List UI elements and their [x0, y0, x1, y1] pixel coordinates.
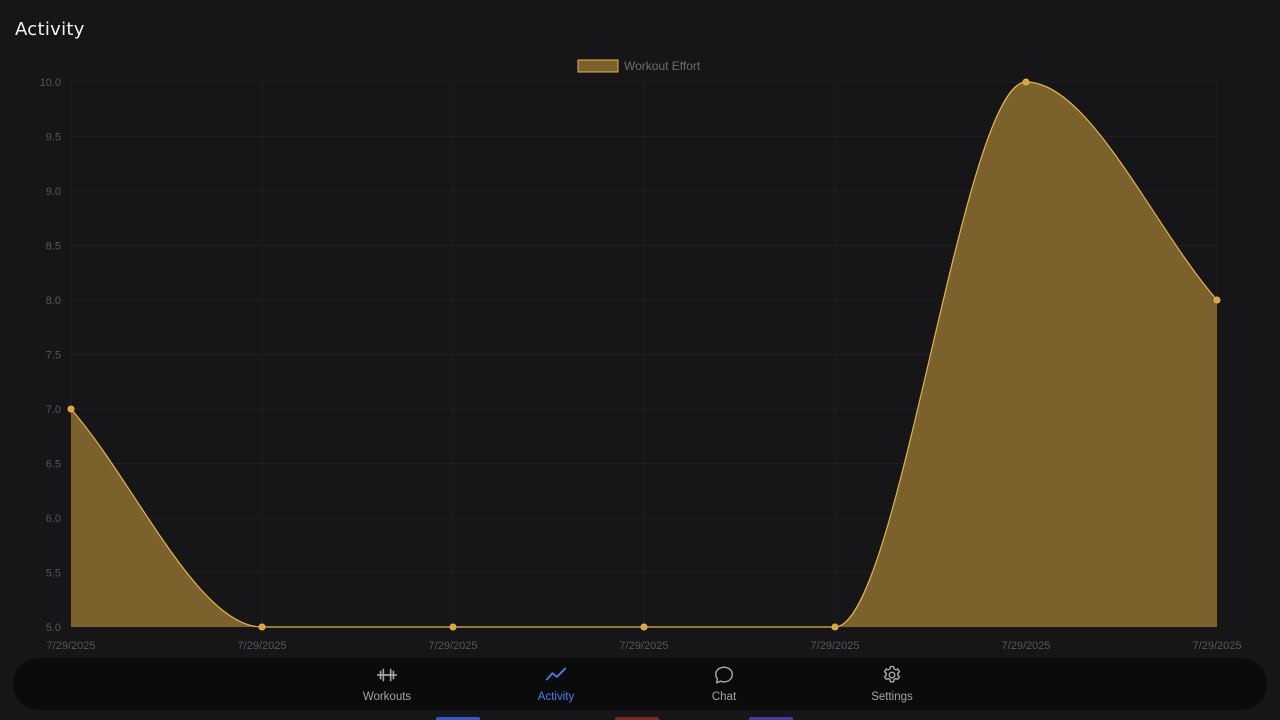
dumbbell-icon	[377, 668, 397, 682]
data-point	[1213, 296, 1221, 304]
x-tick-label: 7/29/2025	[1002, 640, 1051, 652]
x-tick-label: 7/29/2025	[620, 640, 669, 652]
data-point	[449, 623, 457, 631]
y-tick-label: 10.0	[40, 77, 61, 89]
legend-label: Workout Effort	[624, 59, 701, 73]
y-tick-label: 9.0	[46, 186, 61, 198]
x-tick-label: 7/29/2025	[429, 640, 478, 652]
y-tick-label: 5.5	[46, 568, 61, 580]
data-point	[67, 405, 75, 413]
trend-chart-icon	[545, 667, 567, 681]
nav-label-workouts: Workouts	[362, 691, 412, 703]
data-point	[831, 623, 839, 631]
y-tick-label: 8.5	[46, 241, 61, 253]
nav-item-chat[interactable]: Chat	[669, 664, 779, 704]
data-point	[1022, 78, 1030, 86]
nav-label-chat: Chat	[711, 691, 737, 703]
data-point	[640, 623, 648, 631]
y-tick-label: 6.0	[46, 513, 61, 525]
chat-bubble-icon	[715, 666, 733, 684]
legend-swatch	[577, 59, 619, 73]
data-point	[258, 623, 266, 631]
x-tick-label: 7/29/2025	[47, 640, 96, 652]
y-tick-label: 9.5	[46, 132, 61, 144]
nav-item-workouts[interactable]: Workouts	[332, 664, 442, 704]
bottom-nav: Workouts Activity Chat Settings	[13, 658, 1267, 710]
y-tick-label: 5.0	[46, 622, 61, 634]
y-tick-label: 8.0	[46, 295, 61, 307]
activity-chart: 5.0 5.5 6.0 6.5 7.0 7.5 8.0 8.5 9.0 9.5 10.0 7/29/2…	[0, 0, 1280, 660]
x-tick-label: 7/29/2025	[1193, 640, 1242, 652]
app-window: Activity 5.0 5.5 6.0 6.5 7.0 7.5 8.0 8.5 9.0 9.5 1…	[0, 0, 1280, 720]
nav-label-settings: Settings	[871, 691, 913, 703]
y-tick-label: 6.5	[46, 459, 61, 471]
chart-svg: 5.0 5.5 6.0 6.5 7.0 7.5 8.0 8.5 9.0 9.5 10.0 7/29/2…	[40, 59, 1242, 652]
gear-icon	[883, 665, 901, 683]
nav-item-settings[interactable]: Settings	[837, 664, 947, 704]
y-tick-label: 7.0	[46, 404, 61, 416]
y-tick-label: 7.5	[46, 350, 61, 362]
nav-item-activity[interactable]: Activity	[501, 664, 611, 704]
x-tick-label: 7/29/2025	[238, 640, 287, 652]
x-tick-label: 7/29/2025	[811, 640, 860, 652]
nav-label-activity: Activity	[537, 691, 575, 703]
